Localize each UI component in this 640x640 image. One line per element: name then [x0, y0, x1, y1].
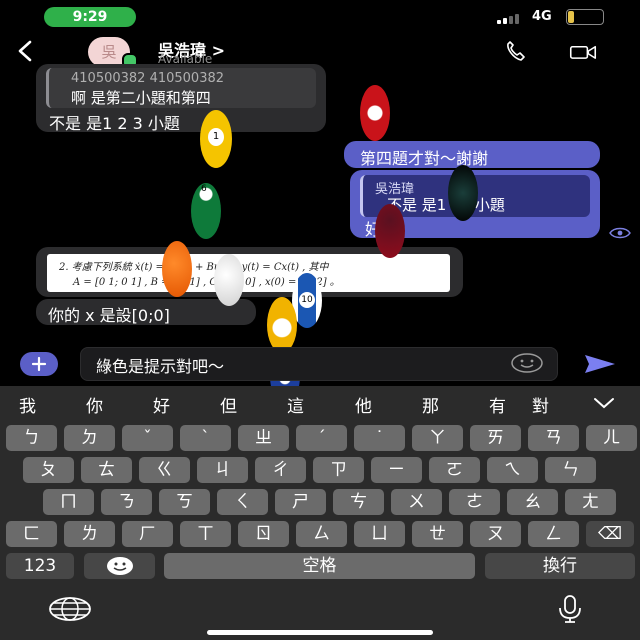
key-row1[interactable]: ㄞ	[470, 425, 521, 451]
key-row2[interactable]: ㄣ	[545, 457, 596, 483]
ball-number: 10	[299, 292, 315, 308]
candidate-word[interactable]: 我	[19, 392, 36, 417]
status-time: 9:29	[44, 7, 136, 27]
candidate-word[interactable]: 對	[532, 392, 549, 417]
key-row1[interactable]: ㄚ	[412, 425, 463, 451]
billiard-ball-icon	[267, 297, 297, 353]
candidate-word[interactable]: 這	[287, 392, 304, 417]
message-text: 第四題才對～謝謝	[360, 149, 489, 168]
key-row2[interactable]: ㄔ	[255, 457, 306, 483]
key-row2[interactable]: ㄆ	[23, 457, 74, 483]
key-row3[interactable]: ㄎ	[159, 489, 210, 515]
quoted-text: 410500382 410500382	[71, 71, 225, 86]
video-camera-icon[interactable]	[569, 41, 597, 63]
key-row4[interactable]: ㄙ	[296, 521, 347, 547]
key-row2[interactable]: ㄍ	[139, 457, 190, 483]
key-row1[interactable]: ˋ	[180, 425, 231, 451]
globe-icon[interactable]	[48, 596, 92, 622]
signal-icon	[497, 12, 521, 24]
billiard-ball-icon: 1	[200, 110, 232, 168]
message-text: 你的 x 是設[0;0]	[48, 306, 170, 325]
key-row1[interactable]: ˊ	[296, 425, 347, 451]
formula-image[interactable]: 2. 考慮下列系統 ẋ(t) = Ax(t) + Bu(t) , y(t) = …	[47, 254, 450, 292]
battery-percent: 17	[577, 10, 593, 23]
key-row4[interactable]: ㄝ	[412, 521, 463, 547]
emoji-icon[interactable]	[510, 352, 544, 374]
quoted-message[interactable]: 410500382 410500382 啊 是第二小題和第四	[46, 68, 316, 108]
key-row3[interactable]: ㄜ	[449, 489, 500, 515]
return-key[interactable]: 換行	[485, 553, 635, 579]
billiard-ball-icon	[448, 165, 478, 221]
key-row3[interactable]: ㄋ	[101, 489, 152, 515]
numbers-key[interactable]: 123	[6, 553, 74, 579]
ball-number: 1	[208, 128, 224, 146]
key-row3[interactable]: ㄇ	[43, 489, 94, 515]
battery-icon: 17	[566, 9, 604, 25]
key-row3[interactable]: ㄤ	[565, 489, 616, 515]
message-input-text: 綠色是提示對吧～	[96, 357, 225, 376]
key-row2[interactable]: ㄗ	[313, 457, 364, 483]
key-row1[interactable]: ㄅ	[6, 425, 57, 451]
message-bubble-outgoing[interactable]: 第四題才對～謝謝	[344, 141, 600, 168]
key-row4[interactable]: ㄩ	[354, 521, 405, 547]
key-row4[interactable]: ㄈ	[6, 521, 57, 547]
key-row3[interactable]: ㄠ	[507, 489, 558, 515]
microphone-icon[interactable]	[555, 594, 585, 624]
formula-line: 2. 考慮下列系統 ẋ(t) = Ax(t) + Bu(t) , y(t) = …	[59, 262, 329, 273]
billiard-ball-icon	[214, 254, 244, 306]
key-row3[interactable]: ㄘ	[333, 489, 384, 515]
emoji-icon	[106, 557, 133, 575]
key-row2[interactable]: ㄟ	[487, 457, 538, 483]
plus-button[interactable]	[20, 352, 58, 376]
space-key[interactable]: 空格	[164, 553, 475, 579]
ball-number: 6	[201, 184, 207, 194]
chevron-right-icon: >	[211, 41, 225, 60]
billiard-ball-icon	[375, 204, 405, 258]
key-row2[interactable]: ㄧ	[371, 457, 422, 483]
key-row3[interactable]: ㄑ	[217, 489, 268, 515]
key-row4[interactable]: ㄏ	[122, 521, 173, 547]
chevron-down-icon[interactable]	[592, 396, 616, 410]
key-row4[interactable]: ㄖ	[238, 521, 289, 547]
seen-eye-icon	[609, 227, 631, 239]
back-arrow-icon[interactable]	[12, 36, 38, 66]
key-row1[interactable]: ㄦ	[586, 425, 637, 451]
candidate-word[interactable]: 你	[86, 392, 103, 417]
key-row1[interactable]: ㄢ	[528, 425, 579, 451]
key-row1[interactable]: ˙	[354, 425, 405, 451]
quoted-text: 啊 是第二小題和第四	[71, 89, 211, 107]
key-row2[interactable]: ㄐ	[197, 457, 248, 483]
key-row3[interactable]: ㄕ	[275, 489, 326, 515]
key-row1[interactable]: ˇ	[122, 425, 173, 451]
billiard-ball-icon	[360, 85, 390, 141]
phone-icon[interactable]	[502, 41, 530, 63]
key-row1[interactable]: ㄉ	[64, 425, 115, 451]
candidate-word[interactable]: 那	[422, 392, 439, 417]
billiard-ball-icon	[162, 241, 192, 297]
billiard-ball-icon: 6	[191, 183, 221, 239]
home-indicator[interactable]	[207, 630, 433, 635]
backspace-key[interactable]: ⌫	[586, 521, 634, 547]
candidate-word[interactable]: 但	[220, 392, 237, 417]
send-icon[interactable]	[583, 353, 617, 375]
key-row2[interactable]: ㄛ	[429, 457, 480, 483]
key-row1[interactable]: ㄓ	[238, 425, 289, 451]
candidate-word[interactable]: 有	[489, 392, 506, 417]
key-row4[interactable]: ㄡ	[470, 521, 521, 547]
key-row3[interactable]: ㄨ	[391, 489, 442, 515]
key-row2[interactable]: ㄊ	[81, 457, 132, 483]
message-text: 不是 是1 2 3 小題	[49, 114, 180, 133]
plus-icon	[31, 356, 47, 372]
quoted-text: 不是 是1 2 3小題	[387, 196, 505, 214]
key-row4[interactable]: ㄌ	[64, 521, 115, 547]
emoji-key[interactable]	[84, 553, 155, 579]
network-label: 4G	[532, 9, 552, 24]
key-row4[interactable]: ㄥ	[528, 521, 579, 547]
candidate-word[interactable]: 好	[153, 392, 170, 417]
key-row4[interactable]: ㄒ	[180, 521, 231, 547]
candidate-word[interactable]: 他	[355, 392, 372, 417]
